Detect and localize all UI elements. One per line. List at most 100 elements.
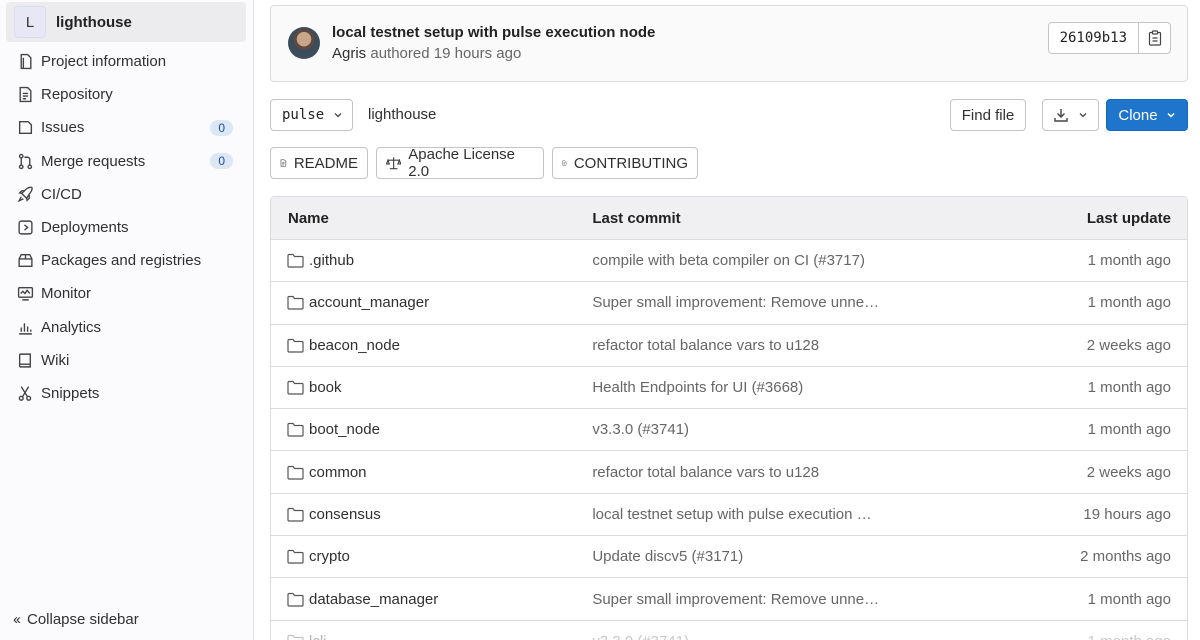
- last-commit-panel: local testnet setup with pulse execution…: [270, 5, 1188, 82]
- folder-link[interactable]: consensus: [309, 506, 381, 523]
- commit-author[interactable]: Agris: [332, 45, 366, 62]
- sidebar-item-deployments[interactable]: Deployments: [0, 211, 254, 244]
- document-icon: [562, 160, 567, 166]
- last-commit-link[interactable]: compile with beta compiler on CI (#3717): [592, 252, 991, 269]
- folder-icon: [287, 338, 304, 353]
- last-commit-link[interactable]: Update discv5 (#3171): [592, 548, 991, 565]
- folder-icon: [287, 254, 304, 268]
- folder-icon: [287, 507, 304, 522]
- file-name-cell: boot_node: [271, 421, 592, 438]
- document-icon: [19, 87, 32, 103]
- commit-sha-group: 26109b13: [1047, 22, 1171, 54]
- sidebar-item-label: Deployments: [41, 219, 129, 237]
- chevron-down-icon: [1167, 112, 1175, 118]
- sidebar: L lighthouse Project information Reposit…: [0, 0, 254, 640]
- author-avatar[interactable]: [288, 27, 320, 59]
- last-update-time: 2 months ago: [1080, 548, 1171, 566]
- folder-icon: [287, 592, 304, 607]
- monitor-icon: [17, 287, 34, 301]
- folder-link[interactable]: boot_node: [309, 421, 380, 438]
- sidebar-item-repository[interactable]: Repository: [0, 78, 254, 111]
- sidebar-item-label: Analytics: [41, 318, 102, 336]
- table-row[interactable]: .github compile with beta compiler on CI …: [271, 240, 1187, 283]
- last-commit-link[interactable]: local testnet setup with pulse execution…: [592, 506, 991, 523]
- sidebar-item-label: Merge requests: [41, 152, 146, 170]
- collapse-sidebar-label: Collapse sidebar: [27, 611, 139, 628]
- sidebar-item-analytics[interactable]: Analytics: [0, 311, 254, 344]
- file-name-cell: database_manager: [271, 591, 592, 608]
- readme-label: README: [293, 154, 358, 172]
- folder-link[interactable]: crypto: [309, 548, 350, 565]
- header-last-commit: Last commit: [592, 209, 681, 227]
- last-update-time: 2 weeks ago: [1086, 463, 1171, 481]
- table-row[interactable]: book Health Endpoints for UI (#3668) 1 mon…: [271, 367, 1187, 410]
- header-last-update: Last update: [1086, 209, 1171, 227]
- merge-request-icon: [18, 153, 33, 169]
- scale-icon: [386, 157, 402, 170]
- sidebar-item-label: Repository: [41, 86, 113, 104]
- last-commit-link[interactable]: Super small improvement: Remove unne…: [592, 591, 991, 608]
- sidebar-item-snippets[interactable]: Snippets: [0, 377, 254, 410]
- collapse-sidebar-button[interactable]: ‹‹ Collapse sidebar: [13, 611, 139, 628]
- document-icon: [280, 159, 287, 167]
- last-commit-link[interactable]: refactor total balance vars to u128: [592, 464, 991, 481]
- scissors-icon: [18, 386, 32, 401]
- commit-meta: Agris authored 19 hours ago: [332, 45, 521, 62]
- sidebar-item-packages-and-registries[interactable]: Packages and registries: [0, 244, 254, 277]
- table-row[interactable]: account_manager Super small improvement: …: [271, 282, 1187, 325]
- header-name: Name: [288, 209, 329, 227]
- license-button[interactable]: Apache License 2.0: [376, 146, 544, 180]
- last-update-time: 1 month ago: [1087, 294, 1171, 312]
- table-row[interactable]: common refactor total balance vars to u12…: [271, 451, 1187, 494]
- file-tree-table: Name Last commit Last update .github comp…: [270, 196, 1188, 640]
- sidebar-item-merge-requests[interactable]: Merge requests 0: [0, 145, 254, 178]
- sidebar-item-wiki[interactable]: Wiki: [0, 344, 254, 377]
- folder-link[interactable]: database_manager: [309, 591, 438, 608]
- sidebar-item-label: Monitor: [41, 285, 92, 303]
- folder-link[interactable]: .github: [309, 252, 354, 269]
- readme-button[interactable]: README: [270, 147, 368, 179]
- last-commit-link[interactable]: Super small improvement: Remove unne…: [592, 294, 991, 311]
- sidebar-item-ci-cd[interactable]: CI/CD: [0, 178, 254, 211]
- copy-sha-button[interactable]: [1139, 23, 1170, 53]
- issues-count-badge: 0: [210, 119, 233, 136]
- sidebar-item-monitor[interactable]: Monitor: [0, 277, 254, 310]
- contributing-button[interactable]: CONTRIBUTING: [552, 147, 698, 179]
- book-icon: [18, 353, 31, 368]
- last-commit-link[interactable]: Health Endpoints for UI (#3668): [592, 379, 991, 396]
- project-icon: [20, 53, 32, 70]
- table-row[interactable]: consensus local testnet setup with pulse …: [271, 494, 1187, 537]
- commit-sha[interactable]: 26109b13: [1049, 23, 1139, 53]
- last-commit-link[interactable]: refactor total balance vars to u128: [592, 337, 991, 354]
- last-commit-link[interactable]: v3.3.0 (#3741): [592, 633, 991, 640]
- project-header[interactable]: L lighthouse: [6, 2, 246, 42]
- table-row[interactable]: boot_node v3.3.0 (#3741) 1 month ago: [271, 409, 1187, 452]
- commit-title[interactable]: local testnet setup with pulse execution…: [332, 24, 655, 41]
- branch-selector[interactable]: pulse: [270, 99, 353, 131]
- last-commit-link[interactable]: v3.3.0 (#3741): [592, 421, 991, 438]
- find-file-button[interactable]: Find file: [950, 99, 1026, 131]
- breadcrumb[interactable]: lighthouse: [368, 106, 436, 123]
- folder-link[interactable]: common: [309, 464, 367, 481]
- download-button[interactable]: [1042, 99, 1099, 131]
- folder-link[interactable]: account_manager: [309, 294, 429, 311]
- sidebar-item-issues[interactable]: Issues 0: [0, 111, 254, 144]
- table-row[interactable]: crypto Update discv5 (#3171) 2 months ago: [271, 536, 1187, 579]
- project-avatar: L: [14, 6, 46, 38]
- copy-icon: [1148, 30, 1161, 46]
- table-row[interactable]: database_manager Super small improvement:…: [271, 578, 1187, 621]
- folder-link[interactable]: book: [309, 379, 342, 396]
- folder-link[interactable]: lcli: [309, 633, 327, 640]
- sidebar-item-project-information[interactable]: Project information: [0, 45, 254, 78]
- folder-link[interactable]: beacon_node: [309, 337, 400, 354]
- package-icon: [18, 254, 33, 268]
- sidebar-item-label: Project information: [41, 53, 167, 71]
- main-content: local testnet setup with pulse execution…: [254, 0, 1200, 640]
- file-name-cell: account_manager: [271, 294, 592, 311]
- chevron-down-icon: [334, 113, 342, 118]
- chevron-down-icon: [1079, 113, 1087, 118]
- table-row[interactable]: lcli v3.3.0 (#3741)1 month ago: [271, 621, 1187, 640]
- last-update-time: 1 month ago: [1087, 590, 1171, 608]
- clone-button[interactable]: Clone: [1106, 99, 1188, 131]
- table-row[interactable]: beacon_node refactor total balance vars t…: [271, 325, 1187, 367]
